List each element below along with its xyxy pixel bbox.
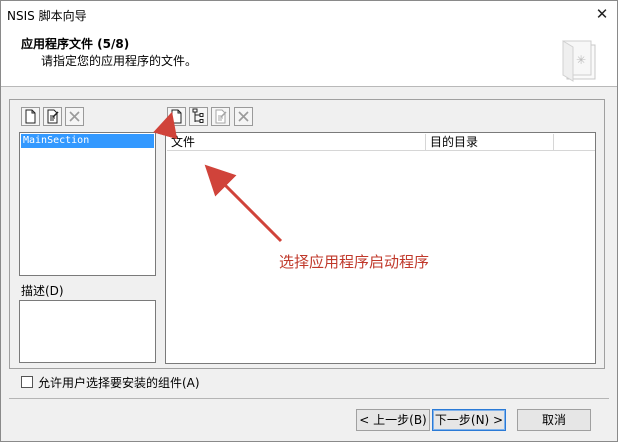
divider — [9, 398, 609, 399]
wizard-window: NSIS 脚本向导 ✕ 应用程序文件 (5/8) 请指定您的应用程序的文件。 ✳ — [0, 0, 618, 442]
annotation-text: 选择应用程序启动程序 — [279, 253, 430, 271]
cancel-button[interactable]: 取消 — [517, 409, 591, 431]
back-button[interactable]: < 上一步(B) — [356, 409, 430, 431]
allow-select-components-checkbox[interactable] — [21, 376, 33, 388]
checkbox-label[interactable]: 允许用户选择要安装的组件(A) — [38, 374, 200, 391]
next-button[interactable]: 下一步(N) > — [432, 409, 506, 431]
